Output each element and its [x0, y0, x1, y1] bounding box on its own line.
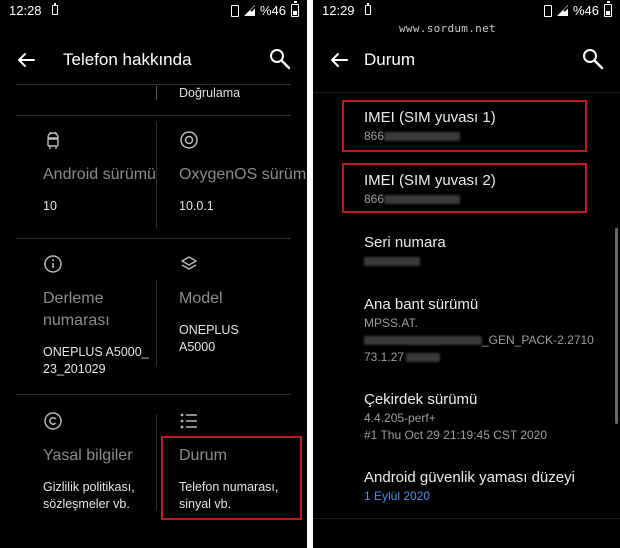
copyright-icon	[44, 412, 62, 430]
kernel-version-line2: #1 Thu Oct 29 21:19:45 CST 2020	[364, 428, 548, 442]
legal-info-title: Yasal bilgiler	[43, 447, 133, 464]
oxygenos-version-value: 10.0.1	[179, 199, 214, 213]
oxygenos-icon	[180, 131, 198, 149]
legal-info-cell[interactable]: Yasal bilgiler Gizlilik politikası, sözl…	[43, 411, 155, 513]
page-title: Durum	[364, 50, 416, 69]
about-phone-screen: 12:28 %46 Telefon hakkında Doğrulama And…	[0, 0, 307, 548]
divider	[16, 394, 291, 395]
status-bar: 12:28 %46	[0, 0, 307, 22]
divider	[16, 115, 291, 116]
phone-icon	[230, 4, 239, 17]
battery-icon	[291, 1, 299, 17]
battery-percent: %46	[572, 3, 599, 18]
page-title: Telefon hakkında	[63, 50, 192, 69]
divider	[313, 92, 620, 93]
model-value: ONEPLUS A5000	[179, 323, 239, 354]
divider	[156, 86, 157, 100]
divider	[156, 414, 157, 510]
battery-saver-icon	[365, 3, 371, 15]
divider	[16, 238, 291, 239]
oxygenos-version-title: OxygenOS sürüm	[179, 166, 307, 183]
signal-icon	[556, 5, 568, 16]
battery-percent: %46	[259, 3, 286, 18]
imei-sim2-highlight-box	[342, 163, 587, 213]
layers-icon	[181, 256, 197, 270]
serial-number-title: Seri numara	[364, 234, 446, 251]
oxygenos-version-cell[interactable]: OxygenOS sürüm 10.0.1	[179, 130, 307, 215]
scrollbar[interactable]	[615, 228, 618, 424]
android-version-cell[interactable]: Android sürümü 10	[43, 130, 173, 215]
watermark: www.sordum.net	[399, 22, 496, 35]
android-icon	[47, 131, 59, 149]
imei-sim1-highlight-box	[342, 100, 587, 152]
back-arrow-icon[interactable]	[329, 50, 349, 70]
divider	[16, 84, 291, 85]
status-time: 12:29	[322, 3, 355, 18]
kernel-version-item[interactable]: Çekirdek sürümü 4.4.205-perf+ #1 Thu Oct…	[364, 390, 614, 444]
back-arrow-icon[interactable]	[16, 50, 36, 70]
android-version-value: 10	[43, 199, 57, 213]
signal-icon	[243, 5, 255, 16]
divider	[313, 518, 620, 519]
build-number-value: ONEPLUS A5000_23_201029	[43, 345, 149, 376]
baseband-version-line3: 73.1.27	[364, 349, 614, 366]
model-cell[interactable]: Model ONEPLUS A5000	[179, 254, 307, 356]
legal-info-value: Gizlilik politikası, sözleşmeler vb.	[43, 480, 135, 511]
kernel-version-title: Çekirdek sürümü	[364, 391, 478, 408]
model-title: Model	[179, 290, 223, 307]
verification-label[interactable]: Doğrulama	[179, 86, 240, 100]
baseband-version-item[interactable]: Ana bant sürümü MPSS.AT. _GEN_PACK-2.271…	[364, 295, 614, 366]
status-highlight-box	[161, 436, 302, 520]
search-icon[interactable]	[269, 48, 291, 70]
app-bar: Durum	[313, 38, 620, 82]
security-patch-item[interactable]: Android güvenlik yaması düzeyi 1 Eylül 2…	[364, 468, 614, 505]
battery-icon	[604, 1, 612, 17]
security-patch-title: Android güvenlik yaması düzeyi	[364, 469, 575, 486]
baseband-version-title: Ana bant sürümü	[364, 296, 479, 313]
phone-icon	[543, 4, 552, 17]
security-patch-value: 1 Eylül 2020	[364, 489, 431, 503]
search-icon[interactable]	[582, 48, 604, 70]
status-screen: 12:29 %46 www.sordum.net Durum IMEI (SIM…	[313, 0, 620, 548]
kernel-version-line1: 4.4.205-perf+	[364, 411, 436, 425]
status-time: 12:28	[9, 3, 42, 18]
status-bar: 12:29 %46	[313, 0, 620, 22]
battery-saver-icon	[52, 3, 58, 15]
divider	[156, 280, 157, 366]
list-icon	[180, 413, 197, 429]
serial-number-value	[364, 253, 614, 270]
info-icon	[44, 255, 62, 273]
baseband-version-line2: _GEN_PACK-2.2710	[364, 332, 614, 349]
build-number-title: Derleme numarası	[43, 290, 110, 329]
build-number-cell[interactable]: Derleme numarası ONEPLUS A5000_23_201029	[43, 254, 151, 378]
serial-number-item[interactable]: Seri numara	[364, 233, 614, 270]
android-version-title: Android sürümü	[43, 166, 156, 183]
app-bar: Telefon hakkında	[0, 38, 307, 82]
baseband-version-line1: MPSS.AT.	[364, 316, 418, 330]
